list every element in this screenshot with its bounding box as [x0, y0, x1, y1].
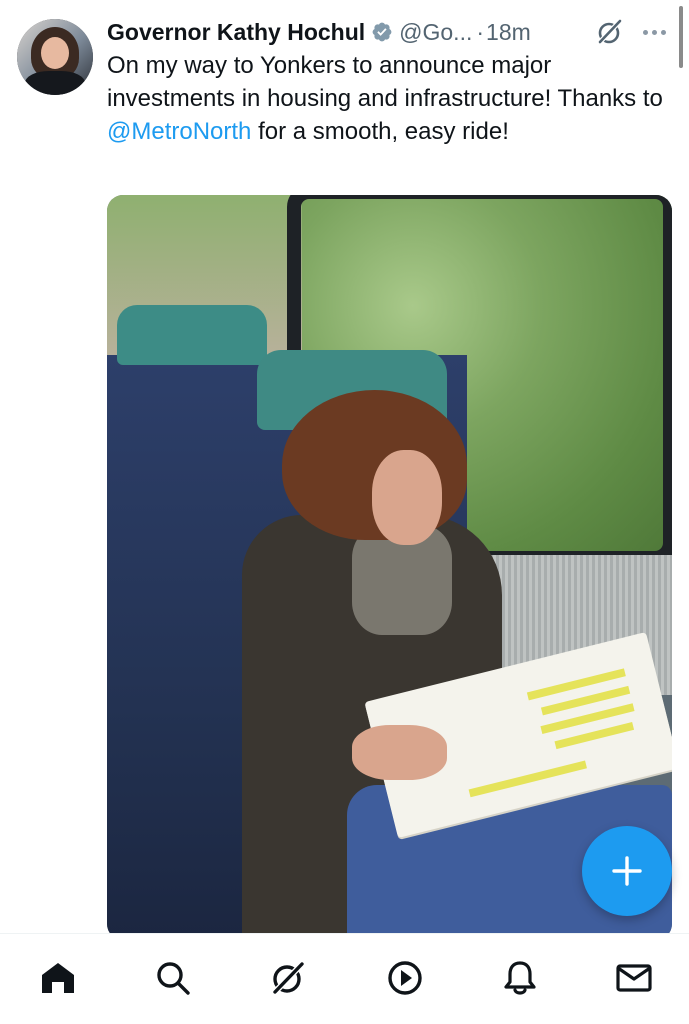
tab-messages[interactable]	[612, 956, 656, 1000]
author-avatar[interactable]	[17, 19, 93, 95]
author-name[interactable]: Governor Kathy Hochul	[107, 19, 365, 46]
post-header: Governor Kathy Hochul @Go... · 18m	[107, 14, 677, 50]
mail-icon	[616, 964, 652, 992]
tab-home[interactable]	[36, 956, 80, 1000]
more-options-icon[interactable]	[639, 17, 669, 47]
grok-icon	[272, 961, 305, 995]
compose-plus-icon	[612, 856, 642, 886]
tab-video[interactable]	[383, 956, 427, 1000]
scrollbar[interactable]	[679, 6, 683, 68]
search-icon	[157, 962, 190, 995]
compose-button[interactable]	[582, 826, 672, 916]
post-text-body: On my way to Yonkers to announce major i…	[107, 52, 663, 112]
post-text: On my way to Yonkers to announce major i…	[107, 49, 667, 148]
tab-notifications[interactable]	[498, 956, 542, 1000]
grok-icon[interactable]	[595, 17, 625, 47]
post-text-tail: for a smooth, easy ride!	[251, 118, 509, 145]
home-icon	[42, 963, 74, 993]
separator: ·	[476, 18, 485, 45]
post-photo[interactable]	[107, 195, 672, 940]
verified-badge-icon	[371, 21, 393, 43]
tab-search[interactable]	[151, 956, 195, 1000]
play-icon	[388, 961, 422, 995]
author-handle[interactable]: @Go...	[399, 19, 472, 46]
post-time[interactable]: 18m	[486, 19, 531, 46]
tab-grok[interactable]	[266, 956, 310, 1000]
bottom-tab-bar	[0, 933, 689, 1024]
bell-icon	[504, 961, 536, 995]
mention-link[interactable]: @MetroNorth	[107, 118, 251, 145]
